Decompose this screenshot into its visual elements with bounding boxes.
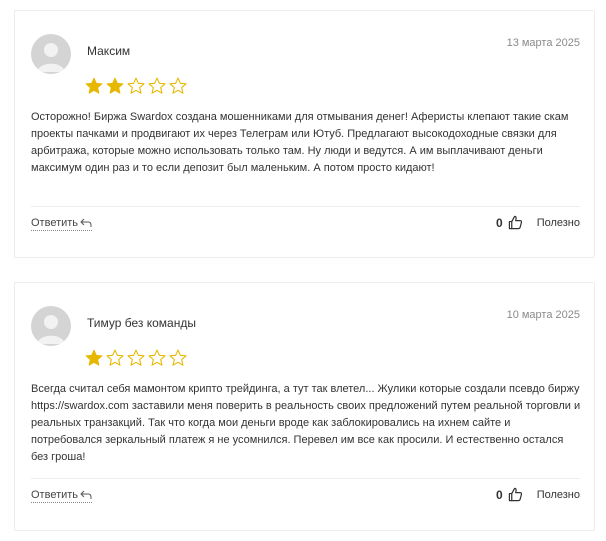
star-empty-icon [169, 77, 187, 94]
reply-label: Ответить [31, 489, 79, 501]
avatar [31, 306, 71, 346]
reply-link[interactable]: Ответить [31, 217, 93, 231]
star-empty-icon [127, 77, 145, 94]
star-empty-icon [148, 77, 166, 94]
reply-arrow-icon [80, 490, 92, 499]
review-card: Максим 13 марта 2025 Осторожно! Биржа Sw… [14, 10, 595, 258]
star-empty-icon [169, 349, 187, 366]
review-date: 10 марта 2025 [506, 309, 580, 321]
reply-link[interactable]: Ответить [31, 489, 93, 503]
star-empty-icon [148, 349, 166, 366]
divider [31, 206, 580, 207]
star-empty-icon [127, 349, 145, 366]
star-filled-icon [85, 349, 103, 366]
vote-count: 0 [496, 215, 503, 230]
thumbs-up-icon[interactable] [508, 215, 523, 230]
star-empty-icon [106, 349, 124, 366]
user-avatar-icon [37, 315, 65, 344]
vote-section: 0 Полезно [496, 215, 580, 230]
divider [31, 478, 580, 479]
useful-button[interactable]: Полезно [537, 489, 580, 501]
review-author: Максим [87, 44, 131, 58]
user-avatar-icon [37, 43, 65, 72]
thumbs-up-icon[interactable] [508, 487, 523, 502]
review-author: Тимур без команды [87, 316, 196, 330]
review-text: Всегда считал себя мамонтом крипто трейд… [31, 383, 581, 463]
vote-count: 0 [496, 487, 503, 502]
reply-arrow-icon [80, 218, 92, 227]
review-date: 13 марта 2025 [506, 37, 580, 49]
star-filled-icon [106, 77, 124, 94]
rating-stars [85, 77, 187, 95]
vote-section: 0 Полезно [496, 487, 580, 502]
useful-button[interactable]: Полезно [537, 217, 580, 229]
rating-stars [85, 349, 187, 367]
reply-label: Ответить [31, 217, 79, 229]
avatar [31, 34, 71, 74]
review-card: Тимур без команды 10 марта 2025 Всегда с… [14, 282, 595, 531]
review-text: Осторожно! Биржа Swardox создана мошенни… [31, 111, 569, 174]
star-filled-icon [85, 77, 103, 94]
